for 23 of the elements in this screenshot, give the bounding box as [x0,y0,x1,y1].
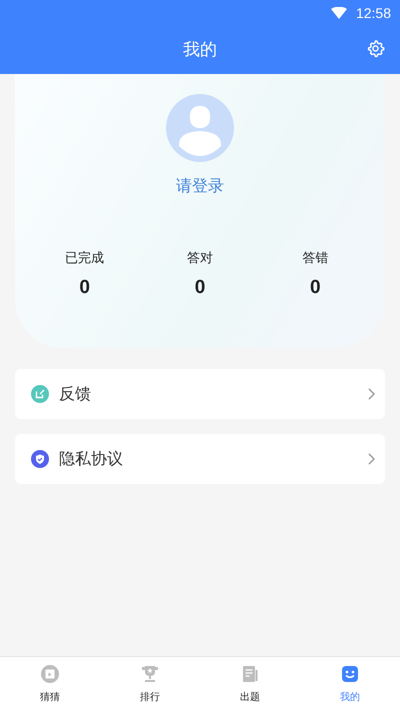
stat-label: 答对 [186,250,213,267]
stat-label: 已完成 [65,250,104,267]
tab[interactable]: 出题 [200,657,300,710]
trophy-icon [140,664,160,684]
chevron-icon [368,388,375,400]
tab[interactable]: 我的 [300,657,400,710]
stat-value: 0 [310,277,321,299]
wifi-icon [330,6,347,18]
stat-value: 0 [79,277,90,299]
play-icon [40,664,60,684]
stat-value: 0 [194,277,206,299]
tab[interactable]: 猜猜 [0,657,100,710]
chevron-icon [368,453,375,465]
settings-icon[interactable] [366,39,385,58]
smiley-icon [340,664,360,684]
document-icon [240,664,260,684]
menu-item[interactable]: 反馈 [15,369,385,419]
stat-label: 答错 [302,250,328,267]
menu-item[interactable]: 隐私协议 [15,434,385,484]
tab[interactable]: 排行 [100,657,200,710]
page-title: 我的 [183,39,217,61]
status-time: 12:58 [356,4,391,20]
login-link[interactable]: 请登录 [176,176,224,197]
